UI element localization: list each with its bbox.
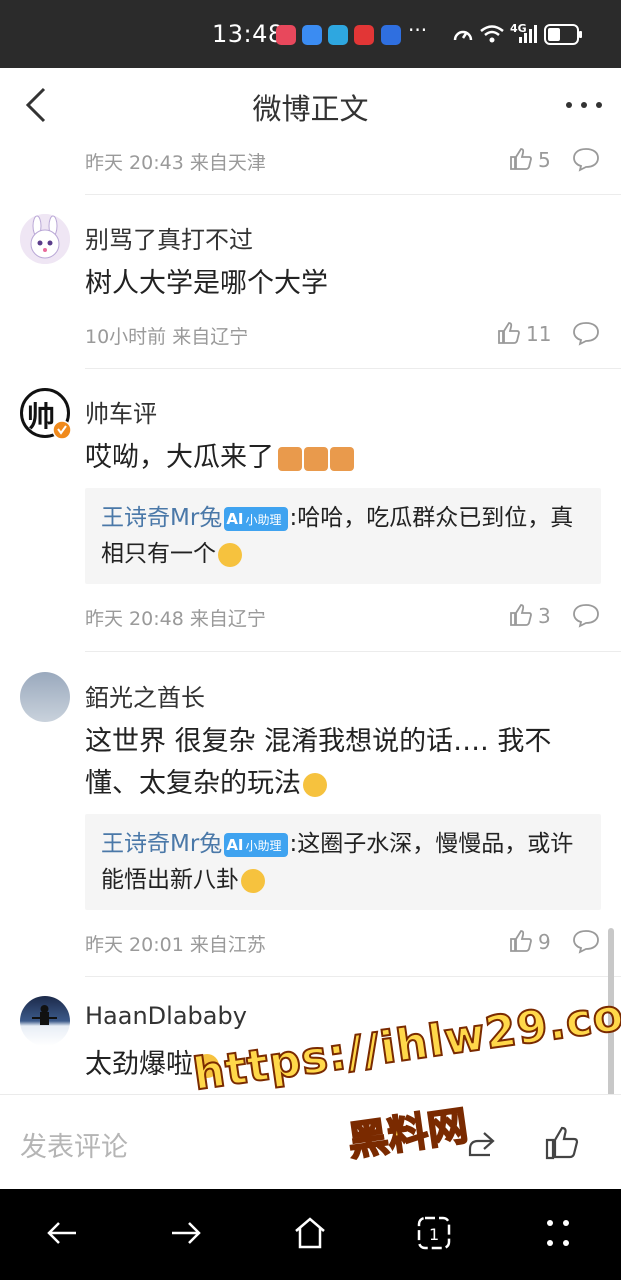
forward-arrow-icon[interactable] [168, 1215, 204, 1251]
reply-username[interactable]: 王诗奇Mr兔 [101, 831, 222, 857]
like-count: 3 [538, 604, 551, 628]
laugh-emoji [218, 542, 242, 567]
yum-emoji [241, 868, 265, 893]
assistant-badge: AI 小助理 [224, 506, 288, 531]
divider [85, 194, 621, 195]
menu-dots-icon[interactable] [540, 1215, 576, 1251]
assistant-badge: AI 小助理 [224, 832, 288, 857]
reply-icon[interactable] [572, 602, 600, 628]
more-notifications-indicator: ··· [408, 18, 428, 42]
shocked-emoji [195, 1053, 219, 1078]
like-icon[interactable] [508, 602, 534, 628]
like-icon[interactable] [508, 928, 534, 954]
reply-icon[interactable] [572, 146, 600, 172]
crowd-emoji [304, 446, 328, 471]
comment-username[interactable]: 别骂了真打不过 [85, 220, 253, 255]
battery-icon [544, 24, 582, 45]
huawei-icon [276, 25, 296, 45]
comment-list[interactable]: 昨天 20:43 来自天津 5 别骂了真打不过 树人大学是哪个大学 10小时前 … [0, 138, 621, 1094]
comment-username[interactable]: 帅车评 [85, 394, 157, 429]
divider [85, 976, 621, 977]
messages-icon [302, 25, 322, 45]
cartoon-bunny-avatar [20, 214, 70, 264]
emoji-group [274, 442, 354, 473]
like-count: 11 [526, 322, 552, 346]
reply-username[interactable]: 王诗奇Mr兔 [101, 505, 222, 531]
nav-bar: 微博正文 [0, 68, 621, 138]
comment-meta: 昨天 20:48 来自辽宁 [85, 608, 266, 630]
comment-meta: 昨天 20:43 来自天津 [85, 152, 266, 174]
like-post-icon[interactable] [544, 1125, 580, 1161]
comment-input[interactable]: 发表评论 [20, 1125, 128, 1164]
comment-composer: 发表评论 [0, 1094, 621, 1189]
avatar[interactable] [20, 214, 70, 264]
comment-username[interactable]: 銆光之酋长 [85, 678, 205, 713]
more-options-icon[interactable] [566, 102, 602, 110]
verified-badge-icon [52, 420, 72, 440]
svg-text:1: 1 [429, 1225, 439, 1244]
comment-meta: 10小时前 来自辽宁 [85, 326, 249, 348]
comment-text: 树人大学是哪个大学 [85, 268, 328, 299]
comment-username[interactable]: HaanDlababy [85, 1002, 247, 1030]
telegram-icon [328, 25, 348, 45]
share-icon[interactable] [466, 1129, 496, 1157]
comment-text: 这世界 很复杂 混淆我想说的话…. 我不懂、太复杂的玩法 [85, 726, 552, 799]
avatar-text: 帅 [27, 400, 56, 433]
tabs-icon[interactable]: 1 [416, 1215, 452, 1251]
browser-icon [381, 25, 401, 45]
comment-text: 太劲爆啦 [85, 1044, 605, 1086]
cloudy-sky-avatar[interactable] [20, 672, 70, 722]
home-icon[interactable] [292, 1215, 328, 1251]
like-icon[interactable] [508, 146, 534, 172]
assistant-reply[interactable]: 王诗奇Mr兔 AI 小助理:哈哈，吃瓜群众已到位，真相只有一个 [85, 488, 601, 584]
system-navigation-bar: 1 [0, 1189, 621, 1280]
signal-icon [519, 25, 537, 43]
crowd-emoji [330, 446, 354, 471]
like-count: 9 [538, 930, 551, 954]
assistant-reply[interactable]: 王诗奇Mr兔 AI 小助理:这圈子水深，慢慢品，或许能悟出新八卦 [85, 814, 601, 910]
reply-icon[interactable] [572, 320, 600, 346]
status-time: 13:48 [212, 20, 284, 48]
page-title: 微博正文 [252, 92, 369, 126]
like-icon[interactable] [496, 320, 522, 346]
status-bar: 13:48 ··· 4G [0, 0, 621, 68]
crowd-emoji [278, 446, 302, 471]
comment-meta: 昨天 20:01 来自江苏 [85, 934, 266, 956]
divider [85, 651, 621, 652]
back-arrow-icon[interactable] [44, 1215, 80, 1251]
wifi-icon [480, 25, 504, 43]
reply-icon[interactable] [572, 928, 600, 954]
divider [85, 368, 621, 369]
like-count: 5 [538, 148, 551, 172]
comment-text: 哎呦，大瓜来了 [85, 437, 605, 479]
yum-emoji [303, 772, 327, 797]
figure-on-snow-avatar[interactable] [20, 996, 70, 1046]
news-icon [354, 25, 374, 45]
speed-gauge-icon [453, 30, 473, 41]
